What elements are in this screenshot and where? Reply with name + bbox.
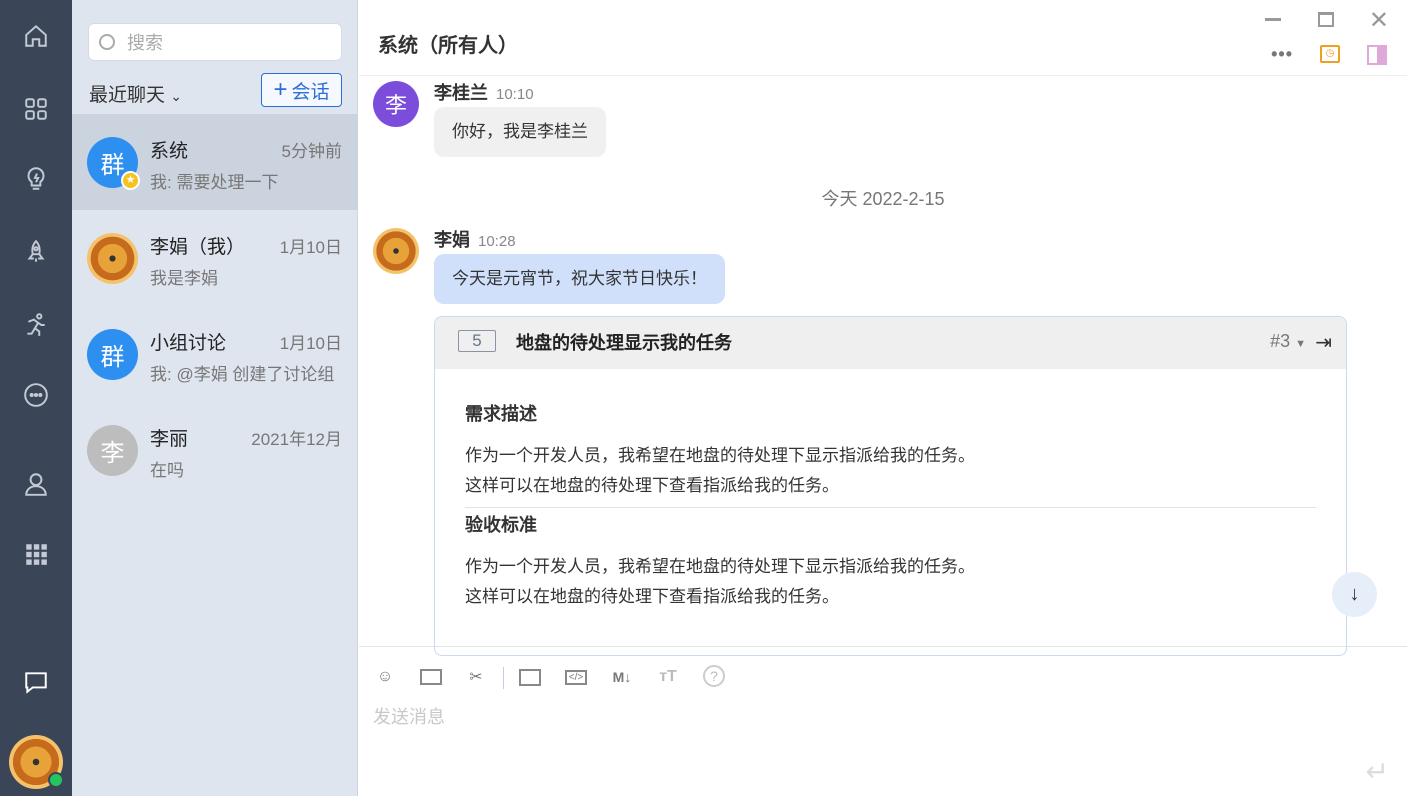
header-divider bbox=[359, 75, 1407, 76]
idea-icon[interactable] bbox=[22, 165, 50, 193]
item-preview: 我: 需要处理一下 bbox=[150, 173, 279, 192]
maximize-icon[interactable] bbox=[1318, 12, 1334, 27]
divider bbox=[465, 507, 1316, 508]
send-icon[interactable]: ↵ bbox=[1366, 755, 1389, 788]
chat-icon[interactable] bbox=[20, 668, 52, 696]
new-conversation-button[interactable]: + 会话 bbox=[261, 73, 342, 107]
recent-chats-dropdown[interactable]: 最近聊天 ⌄ bbox=[89, 80, 182, 107]
message-bubble: 今天是元宵节，祝大家节日快乐！ bbox=[434, 254, 725, 304]
list-item[interactable]: 群 小组讨论 1月10日 我: @李娟 创建了讨论组 bbox=[72, 306, 358, 402]
search-input[interactable]: 搜索 bbox=[88, 23, 342, 61]
folder-icon[interactable] bbox=[518, 665, 542, 689]
grid-icon[interactable] bbox=[22, 540, 50, 568]
image-icon[interactable] bbox=[419, 665, 443, 689]
chat-title: 系统（所有人） bbox=[378, 35, 518, 57]
composer: ☺ ✂ </> M↓ тT ? 发送消息 ↵ bbox=[359, 646, 1407, 796]
item-time: 1月10日 bbox=[279, 238, 342, 257]
caret-down-icon: ▼ bbox=[1295, 338, 1306, 350]
rocket-icon[interactable] bbox=[22, 238, 50, 266]
avatar: 李 bbox=[87, 425, 138, 476]
section-heading: 需求描述 bbox=[465, 404, 537, 424]
message-time: 10:28 bbox=[478, 233, 516, 250]
message-sender: 李桂兰 10:10 bbox=[434, 79, 534, 105]
avatar bbox=[373, 228, 419, 274]
more-options-icon[interactable]: ••• bbox=[1271, 44, 1293, 65]
section-line: 这样可以在地盘的待处理下查看指派给我的任务。 bbox=[465, 587, 839, 606]
avatar: 李 bbox=[373, 81, 419, 127]
more-icon[interactable] bbox=[22, 381, 50, 409]
nav-sidebar bbox=[0, 0, 72, 796]
item-name: 李丽 bbox=[150, 429, 189, 450]
star-icon: ★ bbox=[121, 171, 140, 190]
list-item[interactable]: 李 李丽 2021年12月 在吗 bbox=[72, 402, 358, 498]
task-card[interactable]: 5 地盘的待处理显示我的任务 #3 ▼ ⇥ 需求描述 作为一个开发人员，我希望在… bbox=[434, 316, 1347, 656]
online-status-dot bbox=[48, 772, 64, 788]
search-icon bbox=[99, 34, 115, 50]
toolbar-divider bbox=[503, 667, 504, 689]
list-item[interactable]: 李娟（我） 1月10日 我是李娟 bbox=[72, 210, 358, 306]
chevron-down-icon: ⌄ bbox=[170, 88, 183, 104]
item-name: 李娟（我） bbox=[150, 237, 246, 258]
side-panel-toggle-icon[interactable] bbox=[1367, 45, 1387, 65]
conversation-list: 搜索 最近聊天 ⌄ + 会话 群 ★ 系统 5分钟前 我: 需要处理一下 李娟（我… bbox=[72, 0, 358, 796]
message-bubble: 你好，我是李桂兰 bbox=[434, 107, 606, 157]
user-icon[interactable] bbox=[22, 470, 50, 498]
item-preview: 我是李娟 bbox=[150, 269, 218, 288]
minimize-icon[interactable] bbox=[1265, 18, 1281, 21]
text-size-icon[interactable]: тT bbox=[656, 665, 680, 689]
item-time: 5分钟前 bbox=[281, 142, 342, 161]
sender-name: 李桂兰 bbox=[434, 83, 488, 103]
search-placeholder: 搜索 bbox=[127, 33, 163, 53]
sender-name: 李娟 bbox=[434, 230, 470, 250]
section-line: 这样可以在地盘的待处理下查看指派给我的任务。 bbox=[465, 476, 839, 495]
task-title[interactable]: 地盘的待处理显示我的任务 bbox=[516, 329, 732, 355]
section-heading: 验收标准 bbox=[465, 515, 537, 535]
apps-icon[interactable] bbox=[22, 95, 50, 123]
recent-label: 最近聊天 bbox=[89, 85, 166, 106]
avatar: 群 bbox=[87, 329, 138, 380]
task-ref: #3 bbox=[1270, 331, 1291, 351]
message-input[interactable]: 发送消息 bbox=[373, 703, 445, 729]
item-preview: 在吗 bbox=[150, 461, 184, 480]
help-icon[interactable]: ? bbox=[703, 665, 725, 687]
open-task-icon[interactable]: ⇥ bbox=[1315, 330, 1332, 355]
screenshot-icon[interactable]: ✂ bbox=[464, 665, 488, 689]
task-number: 5 bbox=[458, 330, 496, 352]
message-sender: 李娟 10:28 bbox=[434, 226, 516, 252]
section-line: 作为一个开发人员，我希望在地盘的待处理下显示指派给我的任务。 bbox=[465, 446, 975, 465]
item-preview: 我: @李娟 创建了讨论组 bbox=[150, 365, 335, 384]
section-line: 作为一个开发人员，我希望在地盘的待处理下显示指派给我的任务。 bbox=[465, 557, 975, 576]
plus-icon: + bbox=[273, 76, 288, 103]
list-item[interactable]: 群 ★ 系统 5分钟前 我: 需要处理一下 bbox=[72, 114, 358, 210]
code-icon[interactable]: </> bbox=[564, 665, 588, 689]
item-name: 小组讨论 bbox=[150, 333, 227, 354]
item-name: 系统 bbox=[150, 141, 189, 162]
item-time: 1月10日 bbox=[279, 334, 342, 353]
new-label: 会话 bbox=[291, 81, 330, 103]
clock-bubble-icon[interactable]: ◷ bbox=[1320, 45, 1340, 63]
emoji-icon[interactable]: ☺ bbox=[373, 665, 397, 689]
markdown-icon[interactable]: M↓ bbox=[610, 665, 634, 689]
scroll-to-bottom-button[interactable]: ↓ bbox=[1332, 572, 1377, 617]
run-icon[interactable] bbox=[22, 311, 50, 339]
close-icon[interactable]: ✕ bbox=[1369, 6, 1389, 35]
avatar bbox=[87, 233, 138, 284]
item-time: 2021年12月 bbox=[251, 430, 342, 449]
chat-panel: 系统（所有人） ✕ ••• ◷ 李 李桂兰 10:10 你好，我是李桂兰 今天 2… bbox=[359, 0, 1407, 796]
message-time: 10:10 bbox=[496, 86, 534, 103]
date-divider: 今天 2022-2-15 bbox=[821, 189, 945, 209]
home-icon[interactable] bbox=[22, 22, 50, 50]
task-ref-dropdown[interactable]: #3 ▼ bbox=[1270, 331, 1306, 352]
